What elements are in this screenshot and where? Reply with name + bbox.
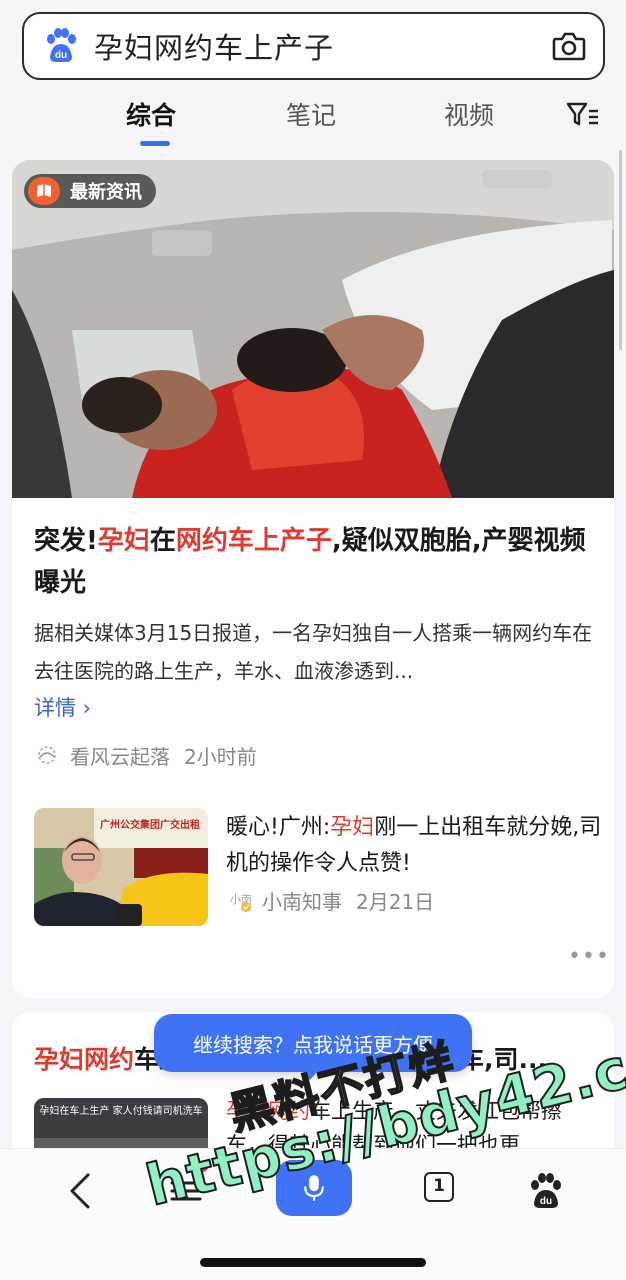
- baidu-logo-icon[interactable]: du: [42, 27, 80, 65]
- headline-part: 在: [149, 526, 176, 556]
- news-result-card[interactable]: 最新资讯 突发!孕妇在网约车上产子,疑似双胞胎,产婴视频曝光 据相关媒体3月15…: [12, 160, 614, 998]
- source-row: 看风云起落 2小时前: [34, 740, 257, 770]
- home-indicator[interactable]: [200, 1258, 426, 1267]
- news-summary: 据相关媒体3月15日报道，一名孕妇独自一人搭乘一辆网约车在去往医院的路上生产，羊…: [34, 621, 593, 683]
- related-publish-time: 2月21日: [356, 890, 435, 914]
- related-source-name[interactable]: 小南知事: [262, 886, 342, 915]
- news-headline[interactable]: 突发!孕妇在网约车上产子,疑似双胞胎,产婴视频曝光: [34, 520, 594, 604]
- title-part: 暖心!广州:: [226, 815, 331, 840]
- thumb-caption: 孕妇在车上生产 家人付钱请司机洗车: [39, 1104, 202, 1117]
- more-options-button[interactable]: •••: [568, 944, 610, 969]
- source-avatar-icon: [34, 745, 60, 765]
- filter-icon[interactable]: [566, 100, 600, 130]
- related-news-thumbnail[interactable]: 广州公交集团广交出租: [34, 808, 208, 926]
- latest-news-badge: 最新资讯: [24, 174, 156, 208]
- publish-time: 2小时前: [184, 744, 257, 769]
- svg-text:du: du: [55, 50, 67, 61]
- active-tab-indicator: [140, 141, 170, 146]
- related-news-item[interactable]: 广州公交集团广交出租 暖心!广州:孕妇刚一上出租车就分娩,司机的操作令人点赞! …: [34, 808, 601, 928]
- badge-label: 最新资讯: [70, 182, 142, 203]
- title-highlight: 孕妇: [330, 815, 375, 840]
- thumb-sign-text: 广州公交集团广交出租: [100, 818, 200, 831]
- headline-highlight: 网约车上产子: [175, 526, 332, 556]
- title-highlight: 孕妇网约: [34, 1045, 135, 1074]
- svg-text:du: du: [540, 1196, 552, 1207]
- tab-switcher-button[interactable]: 1: [424, 1172, 454, 1202]
- related-news-title[interactable]: 暖心!广州:孕妇刚一上出租车就分娩,司机的操作令人点赞!: [226, 810, 606, 882]
- detail-link[interactable]: 详情 ›: [34, 692, 91, 722]
- news-book-icon: [28, 177, 60, 205]
- headline-part: 突发!: [34, 526, 98, 556]
- back-arrow-icon[interactable]: [62, 1171, 102, 1211]
- tab-notes[interactable]: 笔记: [286, 96, 336, 132]
- related-news-meta: 小南 小南知事 2月21日: [228, 886, 434, 915]
- camera-icon[interactable]: [551, 28, 587, 64]
- tab-video[interactable]: 视频: [444, 96, 494, 132]
- headline-highlight: 孕妇: [97, 526, 150, 556]
- tab-comprehensive[interactable]: 综合: [126, 96, 176, 132]
- search-input[interactable]: 孕妇网约车上产子: [94, 25, 551, 67]
- source-avatar-icon: 小南: [228, 889, 254, 913]
- scrollbar[interactable]: [619, 150, 622, 350]
- result-tabs: 综合 笔记 视频: [0, 96, 626, 152]
- source-name[interactable]: 看风云起落: [70, 741, 170, 770]
- video-thumbnail[interactable]: [12, 160, 614, 498]
- search-bar[interactable]: du 孕妇网约车上产子: [22, 12, 605, 80]
- baidu-home-icon[interactable]: du: [526, 1171, 566, 1211]
